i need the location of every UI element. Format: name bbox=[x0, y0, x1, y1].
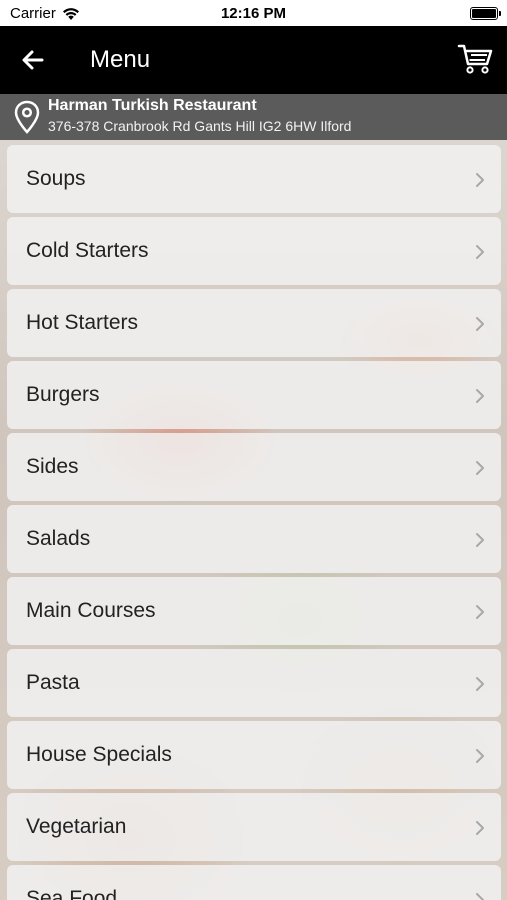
chevron-right-icon bbox=[476, 389, 484, 403]
cart-icon bbox=[457, 44, 493, 74]
battery-cap bbox=[499, 11, 501, 16]
battery-fill bbox=[472, 9, 496, 18]
menu-category-label: Salads bbox=[26, 527, 91, 550]
menu-category-label: Cold Starters bbox=[26, 239, 149, 262]
menu-category-item[interactable]: Soups bbox=[7, 145, 501, 213]
menu-category-label: Hot Starters bbox=[26, 311, 139, 334]
menu-category-item[interactable]: Pasta bbox=[7, 649, 501, 717]
menu-category-label: Pasta bbox=[26, 671, 80, 694]
status-bar: Carrier 12:16 PM bbox=[0, 0, 507, 26]
nav-bar: Menu bbox=[0, 26, 507, 94]
chevron-right-icon bbox=[476, 821, 484, 835]
location-bar: Harman Turkish Restaurant 376-378 Cranbr… bbox=[0, 94, 507, 140]
chevron-right-icon bbox=[476, 317, 484, 331]
chevron-right-icon bbox=[476, 173, 484, 187]
menu-category-item[interactable]: Hot Starters bbox=[7, 289, 501, 357]
menu-content: Soups Cold Starters Hot Starters Burgers Sid… bbox=[0, 140, 507, 900]
chevron-right-icon bbox=[476, 749, 484, 763]
menu-category-label: Sides bbox=[26, 455, 79, 478]
menu-category-item[interactable]: Salads bbox=[7, 505, 501, 573]
menu-category-item[interactable]: Vegetarian bbox=[7, 793, 501, 861]
menu-category-label: Burgers bbox=[26, 383, 100, 406]
chevron-right-icon bbox=[476, 245, 484, 259]
page-title: Menu bbox=[90, 46, 151, 73]
menu-category-label: House Specials bbox=[26, 743, 172, 766]
menu-category-item[interactable]: Sides bbox=[7, 433, 501, 501]
back-arrow-icon bbox=[22, 50, 44, 70]
restaurant-name: Harman Turkish Restaurant bbox=[48, 97, 257, 114]
menu-category-label: Vegetarian bbox=[26, 815, 127, 838]
menu-category-item[interactable]: Main Courses bbox=[7, 577, 501, 645]
back-button[interactable] bbox=[20, 46, 50, 74]
menu-category-item[interactable]: Cold Starters bbox=[7, 217, 501, 285]
chevron-right-icon bbox=[476, 677, 484, 691]
cart-button[interactable] bbox=[457, 42, 493, 76]
menu-category-label: Sea Food bbox=[26, 887, 118, 900]
menu-category-list: Soups Cold Starters Hot Starters Burgers Sid… bbox=[7, 145, 501, 900]
menu-category-item[interactable]: House Specials bbox=[7, 721, 501, 789]
menu-category-label: Soups bbox=[26, 167, 86, 190]
location-pin-icon bbox=[14, 100, 40, 134]
menu-category-label: Main Courses bbox=[26, 599, 156, 622]
menu-category-item[interactable]: Burgers bbox=[7, 361, 501, 429]
chevron-right-icon bbox=[476, 605, 484, 619]
battery-icon bbox=[470, 7, 501, 20]
menu-category-item[interactable]: Sea Food bbox=[7, 865, 501, 900]
restaurant-address: 376-378 Cranbrook Rd Gants Hill IG2 6HW … bbox=[48, 118, 352, 134]
chevron-right-icon bbox=[476, 893, 484, 900]
chevron-right-icon bbox=[476, 533, 484, 547]
chevron-right-icon bbox=[476, 461, 484, 475]
status-time: 12:16 PM bbox=[220, 5, 287, 22]
